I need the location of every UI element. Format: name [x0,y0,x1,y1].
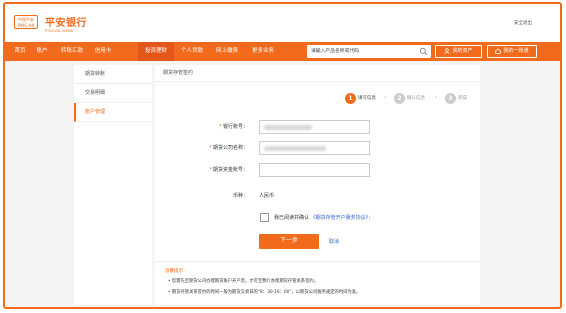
user-icon [444,47,451,54]
nav-item-account[interactable]: 账户 [33,42,51,61]
sidebar-item-transaction-details[interactable]: 交易明细 [74,84,152,103]
sidebar: 期货转账 交易明细 账户管理 [74,65,152,305]
my-overview-button[interactable]: 我的一账通 [487,45,537,58]
nav-item-online-payment[interactable]: 网上缴费 [211,42,243,61]
step-1-circle: 1 [345,93,356,104]
pingan-logo: 中国平安 PING AN [14,15,38,29]
masked-value [264,125,312,130]
tips-item: • 您需先至期货公司办理期货账户开户后，才可至我行办理期货存管关系签约。 [168,279,318,284]
nav-item-credit-card[interactable]: 信用卡 [91,42,115,61]
home-icon [495,47,502,54]
logout-link[interactable]: 安全退出 [514,20,532,26]
bank-account-row: *银行账号： [155,120,480,134]
my-overview-label: 我的一账通 [503,48,529,54]
sidebar-item-futures-transfer[interactable]: 期货转账 [74,65,152,84]
search-input[interactable]: 请输入产品名称或代码 [311,45,359,58]
step-3-label: 完成 [458,96,467,101]
agreement-link[interactable]: 《期货存管开户服务协议》 [311,215,369,221]
nav-item-home[interactable]: 首页 [11,42,29,61]
cancel-link[interactable]: 取消 [329,238,339,245]
step-1-label: 填写信息 [358,96,376,101]
currency-row: 币种： 人民币 [155,189,480,203]
currency-value: 人民币 [259,193,275,199]
nav-item-investment[interactable]: 投资理财 [138,42,174,61]
sidebar-item-account-management[interactable]: 账户管理 [74,103,152,122]
agree-text: 我已阅读并确认 《期货存管开户服务协议》： [274,215,374,221]
agree-checkbox[interactable] [260,213,269,222]
nav-item-transfer[interactable]: 转账汇款 [57,42,87,61]
header: 中国平安 PING AN 平安银行 PINGAN BANK 安全退出 [5,4,560,42]
tips-section: 温馨提示： • 您需先至期货公司办理期货账户开户后，才可至我行办理期货存管关系签… [155,261,480,300]
bank-account-field[interactable] [259,120,370,134]
nav-item-personal-loan[interactable]: 个人贷款 [177,42,207,61]
futures-company-label: *期货公司名称： [209,145,248,151]
chevron-right-icon: › [384,94,387,101]
bank-account-label: *银行账号： [219,124,248,130]
search-icon[interactable] [419,47,428,56]
next-button[interactable]: 下一步 [259,234,319,249]
page-title: 期货存管签约 [155,65,480,82]
step-3-circle: 3 [445,93,456,104]
futures-fund-account-row: *期货资金账号： [155,163,480,177]
my-assets-label: 我的资产 [452,48,473,54]
step-2-circle: 2 [394,93,405,104]
step-2-label: 确认信息 [407,96,425,101]
main-nav: 首页 账户 转账汇款 信用卡 投资理财 个人贷款 网上缴费 更多业务 请输入产品… [5,42,560,61]
brand-name: 平安银行 [45,18,87,29]
tips-title: 温馨提示： [165,269,188,274]
browser-frame: 中国平安 PING AN 平安银行 PINGAN BANK 安全退出 首页 账户… [3,2,562,309]
brand-en: PINGAN BANK [45,29,74,33]
nav-item-more[interactable]: 更多业务 [247,42,279,61]
futures-fund-account-label: *期货资金账号： [209,167,248,173]
main-panel: 期货存管签约 1 填写信息 › 2 确认信息 › 3 完成 *银行账号： *期货… [155,65,480,305]
futures-fund-account-field[interactable] [259,163,370,177]
step-indicator: 1 填写信息 › 2 确认信息 › 3 完成 [155,93,480,107]
brand: 平安银行 PINGAN BANK [45,14,87,33]
my-assets-button[interactable]: 我的资产 [435,45,482,58]
search-box[interactable]: 请输入产品名称或代码 [307,45,431,58]
chevron-right-icon: › [435,94,438,101]
tips-item: • 期货存管关系签约的时间一般为期货交易日的“8：30-16：00”，以期货公司… [168,290,361,295]
currency-label: 币种： [232,193,248,199]
logo-text: 中国平安 PING AN [17,17,35,28]
masked-value [264,146,326,151]
futures-company-row: *期货公司名称： [155,141,480,155]
futures-company-field[interactable] [259,141,370,155]
